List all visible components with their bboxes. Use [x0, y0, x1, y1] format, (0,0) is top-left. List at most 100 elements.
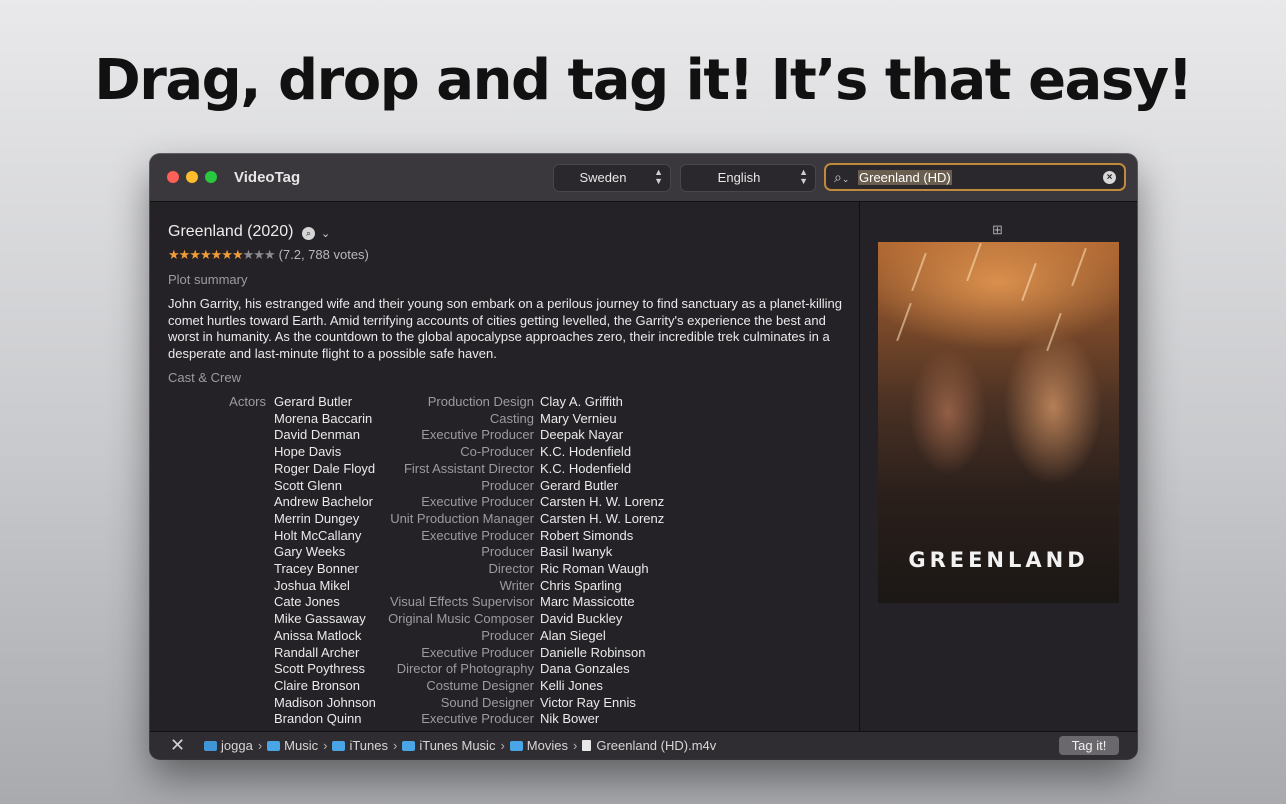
crew-name: Dana Gonzales — [540, 661, 630, 677]
path-separator-icon: › — [323, 738, 328, 753]
country-select-value: Sweden — [579, 170, 627, 185]
crew-name: Gerard Butler — [540, 477, 619, 493]
cast-crew-label: Cast & Crew — [168, 370, 241, 385]
crew-name: Chris Sparling — [540, 577, 622, 593]
crew-name: Ric Roman Waugh — [540, 561, 649, 577]
clear-search-icon[interactable]: × — [1103, 171, 1116, 184]
grid-view-icon[interactable]: ⊞ — [992, 222, 1003, 238]
star-filled-icon: ★ — [210, 247, 223, 262]
crew-name: Marc Massicotte — [540, 594, 635, 610]
artwork-pane: ⊞ GREENLAND — [860, 202, 1137, 731]
chevron-updown-icon: ▲ ▼ — [799, 167, 808, 186]
crew-role: Costume Designer — [426, 677, 534, 693]
file-path-breadcrumb: jogga › Music › iTunes › iTunes Music › Movies › G… — [204, 738, 716, 753]
crew-name: Carsten H. W. Lorenz — [540, 494, 665, 510]
crew-name: K.C. Hodenfield — [540, 444, 632, 460]
crew-name: Victor Ray Ennis — [540, 694, 636, 710]
folder-icon — [509, 741, 523, 751]
path-separator-icon: › — [572, 738, 578, 753]
crew-roles-list: Production Design Casting Executive Produc… — [318, 394, 534, 728]
crew-name: Deepak Nayar — [540, 427, 624, 443]
zoom-window-button[interactable] — [205, 171, 217, 183]
star-filled-icon: ★ — [168, 247, 180, 262]
path-separator-icon: › — [500, 738, 505, 753]
crew-role: Director of Photography — [396, 661, 534, 677]
plot-summary-label: Plot summary — [168, 272, 248, 287]
crew-role: Production Design — [427, 394, 534, 409]
crew-role: Producer — [481, 477, 534, 493]
title-bar: VideoTag Sweden ▲ ▼ English ▲ ▼ ⌕⌄ Greenla… — [150, 154, 1137, 202]
path-item-label: Music — [284, 738, 319, 753]
crew-role: Casting — [489, 410, 534, 426]
crew-role: Executive Producer — [421, 494, 534, 510]
close-window-button[interactable] — [167, 171, 179, 183]
home-folder-icon — [204, 741, 217, 751]
crew-role: Executive Producer — [421, 644, 534, 660]
folder-icon — [402, 741, 416, 751]
poster-title: GREENLAND — [908, 548, 1089, 572]
star-filled-icon: ★ — [189, 247, 201, 262]
country-select[interactable]: Sweden ▲ ▼ — [553, 164, 671, 192]
path-item-label: jogga — [221, 738, 253, 753]
details-pane: Greenland (2020) ⌕ ⌄ ★★★★★★★★★★ (7.2, 788 … — [150, 202, 859, 731]
crew-role: Sound Designer — [440, 694, 534, 710]
chevron-down-icon[interactable]: ⌄ — [321, 227, 330, 240]
crew-role: Writer — [499, 577, 534, 593]
folder-icon — [332, 741, 346, 751]
path-item[interactable]: Greenland (HD).m4v — [582, 738, 716, 753]
crew-name: Danielle Robinson — [540, 644, 646, 660]
path-item[interactable]: Movies — [509, 738, 568, 753]
crew-role: Producer — [481, 544, 534, 560]
star-filled-icon: ★ — [221, 247, 233, 262]
path-item[interactable]: iTunes — [332, 738, 388, 753]
path-separator-icon: › — [393, 738, 398, 753]
chevron-updown-icon: ▲ ▼ — [654, 167, 663, 186]
star-empty-icon: ★ — [242, 247, 255, 262]
path-item-label: iTunes — [349, 738, 388, 753]
movie-poster[interactable]: GREENLAND — [878, 242, 1119, 603]
search-icon[interactable]: ⌕⌄ — [834, 169, 849, 186]
crew-name: Basil Iwanyk — [540, 544, 613, 560]
app-title: VideoTag — [234, 169, 301, 186]
language-select[interactable]: English ▲ ▼ — [680, 164, 816, 192]
minimize-window-button[interactable] — [186, 171, 198, 183]
star-empty-icon: ★ — [253, 247, 265, 262]
crew-role: Co-Producer — [460, 444, 534, 460]
crew-role: Executive Producer — [421, 711, 534, 727]
crew-name: Nik Bower — [540, 711, 600, 727]
path-item[interactable]: jogga — [204, 738, 253, 753]
movie-title: Greenland (2020) — [168, 223, 294, 240]
plot-summary-text: John Garrity, his estranged wife and the… — [168, 296, 842, 361]
crew-names-list: Clay A. Griffith Mary Vernieu Deepak Nayar… — [540, 394, 664, 728]
app-window: VideoTag Sweden ▲ ▼ English ▲ ▼ ⌕⌄ Greenla… — [150, 154, 1137, 759]
star-filled-icon: ★ — [231, 247, 244, 262]
close-icon[interactable]: ✕ — [170, 735, 185, 756]
crew-role: Original Music Composer — [388, 611, 534, 627]
status-bar: ✕ jogga › Music › iTunes › iTunes Music › Movies… — [150, 731, 1137, 759]
crew-role: Visual Effects Supervisor — [389, 594, 534, 610]
path-item-label: iTunes Music — [419, 738, 496, 753]
crew-name: Carsten H. W. Lorenz — [540, 510, 665, 526]
crew-name: Alan Siegel — [540, 627, 606, 643]
path-item[interactable]: iTunes Music — [402, 738, 495, 753]
path-item-label: Movies — [526, 738, 568, 753]
crew-name: K.C. Hodenfield — [540, 460, 632, 476]
search-input[interactable]: Greenland (HD) — [858, 170, 952, 185]
crew-role: Producer — [481, 627, 534, 643]
actors-label: Actors — [229, 394, 266, 409]
star-filled-icon: ★ — [178, 247, 191, 262]
path-item[interactable]: Music — [267, 738, 318, 753]
headline: Drag, drop and tag it! It’s that easy! — [94, 48, 1193, 113]
rating-votes: (7.2, 788 votes) — [278, 247, 369, 262]
magnify-detail-icon[interactable]: ⌕ — [302, 227, 315, 241]
path-separator-icon: › — [257, 738, 263, 753]
tag-it-button[interactable]: Tag it! — [1059, 736, 1119, 755]
star-empty-icon: ★ — [263, 247, 276, 262]
search-field[interactable]: ⌕⌄ Greenland (HD) × — [824, 163, 1126, 191]
crew-name: Robert Simonds — [540, 527, 634, 543]
star-filled-icon: ★ — [199, 247, 212, 262]
crew-role: Unit Production Manager — [390, 510, 534, 526]
crew-role: Executive Producer — [421, 427, 534, 443]
language-select-value: English — [717, 170, 761, 185]
path-item-label: Greenland (HD).m4v — [596, 738, 717, 753]
